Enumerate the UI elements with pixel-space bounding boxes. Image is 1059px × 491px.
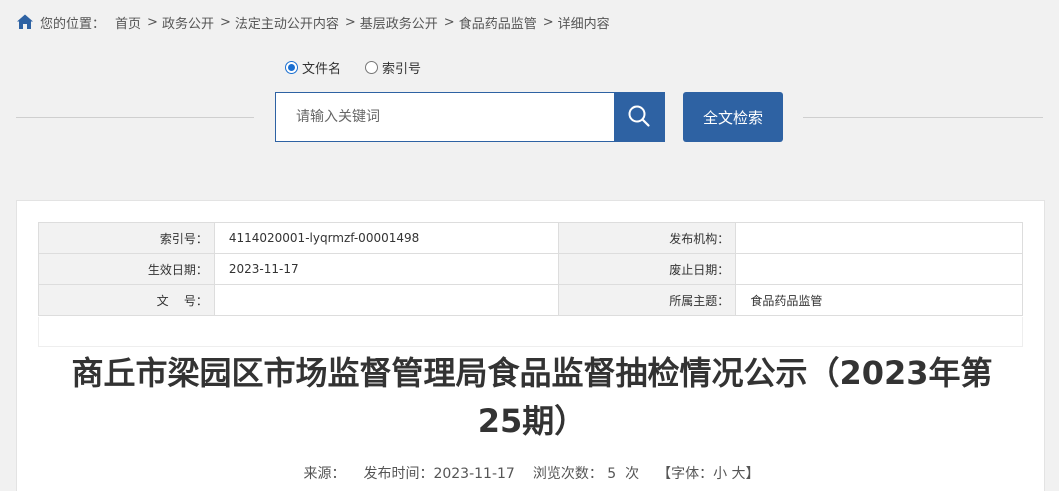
- publisher-value: [735, 222, 1023, 254]
- index-number-value: 4114020001-lyqrmzf-00001498: [213, 222, 559, 254]
- breadcrumb-separator: >: [344, 14, 356, 30]
- table-row: 文 号： 所属主题： 食品药品监管: [38, 284, 1023, 316]
- breadcrumb-prefix: 您的位置：: [40, 16, 106, 32]
- topic-value: 食品药品监管: [735, 284, 1023, 316]
- radio-filename-circle[interactable]: [285, 61, 298, 74]
- article-view-count: 浏览次数： 5 次: [532, 466, 640, 482]
- index-number-label: 索引号：: [38, 222, 215, 254]
- breadcrumb-separator: >: [219, 14, 231, 30]
- breadcrumb: 您的位置： 首页 > 政务公开 > 法定主动公开内容 > 基层政务公开 > 食品…: [16, 12, 610, 32]
- article-publish-time: 发布时间：2023-11-17: [363, 466, 515, 482]
- search-icon: [627, 104, 651, 131]
- metadata-spacer: [38, 317, 1023, 347]
- search-box: [275, 92, 665, 142]
- breadcrumb-food-drug[interactable]: 食品药品监管: [459, 13, 537, 32]
- article-source: 来源：: [303, 466, 346, 482]
- breadcrumb-home[interactable]: 首页: [115, 13, 141, 32]
- home-icon: [16, 13, 34, 31]
- divider-right: [803, 117, 1043, 118]
- search-button[interactable]: [614, 93, 664, 141]
- divider-left: [16, 117, 254, 118]
- breadcrumb-separator: >: [443, 14, 455, 30]
- search-type-group: 文件名 索引号: [285, 58, 421, 77]
- topic-label: 所属主题：: [557, 284, 737, 316]
- font-large-button[interactable]: 大: [732, 466, 746, 482]
- effective-date-label: 生效日期：: [38, 253, 215, 285]
- font-size-control: 【字体：小 大】: [657, 463, 759, 483]
- radio-index-number-circle[interactable]: [365, 61, 379, 74]
- content-panel: 索引号： 4114020001-lyqrmzf-00001498 发布机构： 生…: [16, 200, 1045, 491]
- radio-index-number[interactable]: 索引号: [365, 58, 421, 77]
- breadcrumb-detail: 详细内容: [557, 16, 610, 32]
- table-row: 生效日期： 2023-11-17 废止日期：: [38, 253, 1023, 285]
- breadcrumb-grassroots[interactable]: 基层政务公开: [360, 13, 438, 32]
- font-small-button[interactable]: 小: [713, 466, 727, 482]
- font-size-suffix: 】: [745, 466, 760, 482]
- table-row: 索引号： 4114020001-lyqrmzf-00001498 发布机构：: [38, 222, 1023, 254]
- breadcrumb-separator: >: [147, 14, 158, 30]
- article-meta: 来源： 发布时间：2023-11-17 浏览次数： 5 次 【字体：小 大】: [17, 463, 1046, 483]
- search-input[interactable]: [276, 93, 614, 141]
- article-title: 商丘市梁园区市场监督管理局食品监督抽检情况公示（2023年第25期）: [71, 354, 993, 440]
- breadcrumb-statutory-content[interactable]: 法定主动公开内容: [235, 13, 339, 32]
- expiry-date-value: [735, 253, 1023, 285]
- font-size-prefix: 【字体：: [657, 466, 714, 482]
- radio-filename[interactable]: 文件名: [285, 58, 341, 77]
- breadcrumb-separator: >: [542, 14, 554, 30]
- document-number-label: 文 号：: [38, 284, 215, 316]
- metadata-table: 索引号： 4114020001-lyqrmzf-00001498 发布机构： 生…: [38, 222, 1023, 316]
- expiry-date-label: 废止日期：: [557, 253, 737, 285]
- fulltext-search-button[interactable]: 全文检索: [683, 92, 783, 142]
- breadcrumb-gov-affairs[interactable]: 政务公开: [162, 13, 214, 32]
- radio-index-number-label: 索引号: [382, 62, 422, 77]
- publisher-label: 发布机构：: [557, 222, 737, 254]
- radio-filename-label: 文件名: [302, 62, 342, 77]
- effective-date-value: 2023-11-17: [213, 253, 559, 285]
- document-number-value: [213, 284, 559, 316]
